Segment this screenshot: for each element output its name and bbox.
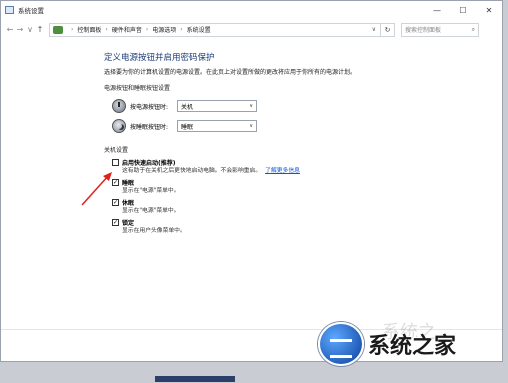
breadcrumb-hardware-sound[interactable]: 硬件和声音 [112,25,142,34]
fast-startup-checkbox[interactable] [112,159,119,166]
address-dropdown-icon[interactable]: ∨ [372,26,376,33]
fast-startup-label[interactable]: 启用快速启动(推荐) [122,158,176,167]
breadcrumb-separator-icon: › [105,26,108,33]
sleep-option-description: 显示在"电源"菜单中。 [122,188,180,194]
close-button[interactable]: ✕ [476,1,502,19]
search-input[interactable]: 搜索控制面板 ⌕ [401,22,479,37]
recent-locations-chevron-icon[interactable]: ∨ [25,25,35,34]
control-panel-breadcrumb-icon [53,25,63,34]
settings-content: 定义电源按钮并启用密码保护 选择要为你的计算机设置的电源设置。在此页上对设置所做… [104,51,444,238]
hibernate-option-description: 显示在"电源"菜单中。 [122,208,180,214]
maximize-button[interactable]: ☐ [450,1,476,19]
power-button-value: 关机 [181,103,194,111]
control-panel-icon [5,6,14,14]
page-description: 选择要为你的计算机设置的电源设置。在此页上对设置所做的更改将应用于你所有的电源计… [104,69,357,76]
chevron-down-icon: ∨ [249,123,253,129]
address-bar-row: ← → ∨ ↑ › 控制面板 › 硬件和声音 › 电源选项 › 系统设置 ∨ ↻… [1,19,502,40]
option-sleep: ✓ 睡眠 显示在"电源"菜单中。 [112,178,444,195]
sleep-button-select[interactable]: 睡眠 ∨ [177,120,257,132]
breadcrumb-separator-icon: › [180,26,183,33]
up-arrow-icon[interactable]: ↑ [35,25,45,34]
system-settings-window: 系统设置 — ☐ ✕ ← → ∨ ↑ › 控制面板 › 硬件和声音 › 电源选项… [0,0,503,362]
watermark: 系统之家 [318,322,456,366]
watermark-text: 系统之家 [368,334,457,359]
address-field[interactable]: › 控制面板 › 硬件和声音 › 电源选项 › 系统设置 ∨ [49,22,381,37]
hibernate-option-label[interactable]: 休眠 [122,198,134,207]
power-button-label: 按电源按钮时: [130,103,169,111]
minimize-button[interactable]: — [424,1,450,19]
option-hibernate: ✓ 休眠 显示在"电源"菜单中。 [112,198,444,215]
power-button-icon [112,99,126,113]
lock-option-description: 显示在用户头像菜单中。 [122,228,186,234]
power-button-select[interactable]: 关机 ∨ [177,100,257,112]
sleep-button-row: 按睡眠按钮时: 睡眠 ∨ [112,117,444,135]
option-fast-startup: 启用快速启动(推荐) 这有助于在关机之后更快地启动电脑。不会影响重启。 了解更多信… [112,158,444,175]
sleep-button-icon [112,119,126,133]
lock-option-label[interactable]: 锁定 [122,218,134,227]
power-button-row: 按电源按钮时: 关机 ∨ [112,97,444,115]
breadcrumb-separator-icon: › [71,26,74,33]
shutdown-settings-section-title: 关机设置 [104,147,129,154]
forward-arrow-icon[interactable]: → [15,25,25,34]
page-title: 定义电源按钮并启用密码保护 [104,53,215,63]
breadcrumb-power-options[interactable]: 电源选项 [152,25,176,34]
window-title: 系统设置 [18,7,44,15]
chevron-down-icon: ∨ [249,103,253,109]
learn-more-link[interactable]: 了解更多信息 [265,168,300,174]
sleep-option-label[interactable]: 睡眠 [122,178,134,187]
title-bar: 系统设置 — ☐ ✕ [1,1,502,19]
lock-checkbox[interactable]: ✓ [112,219,119,226]
search-placeholder: 搜索控制面板 [405,27,442,34]
button-settings-section-title: 电源按钮和睡眠按钮设置 [104,85,171,92]
back-arrow-icon[interactable]: ← [5,25,15,34]
sleep-button-label: 按睡眠按钮时: [130,123,169,131]
refresh-icon[interactable]: ↻ [381,22,395,37]
search-icon[interactable]: ⌕ [472,26,475,34]
option-lock: ✓ 锁定 显示在用户头像菜单中。 [112,218,444,235]
breadcrumb-separator-icon: › [145,26,149,33]
fast-startup-description: 这有助于在关机之后更快地启动电脑。不会影响重启。 [122,168,262,174]
breadcrumb-control-panel[interactable]: 控制面板 [77,25,101,34]
watermark-logo-icon [318,322,364,366]
red-annotation-arrow-icon [81,172,112,206]
sleep-button-value: 睡眠 [181,123,194,131]
breadcrumb-system-settings[interactable]: 系统设置 [187,25,211,34]
background-taskbar-strip [155,376,235,382]
